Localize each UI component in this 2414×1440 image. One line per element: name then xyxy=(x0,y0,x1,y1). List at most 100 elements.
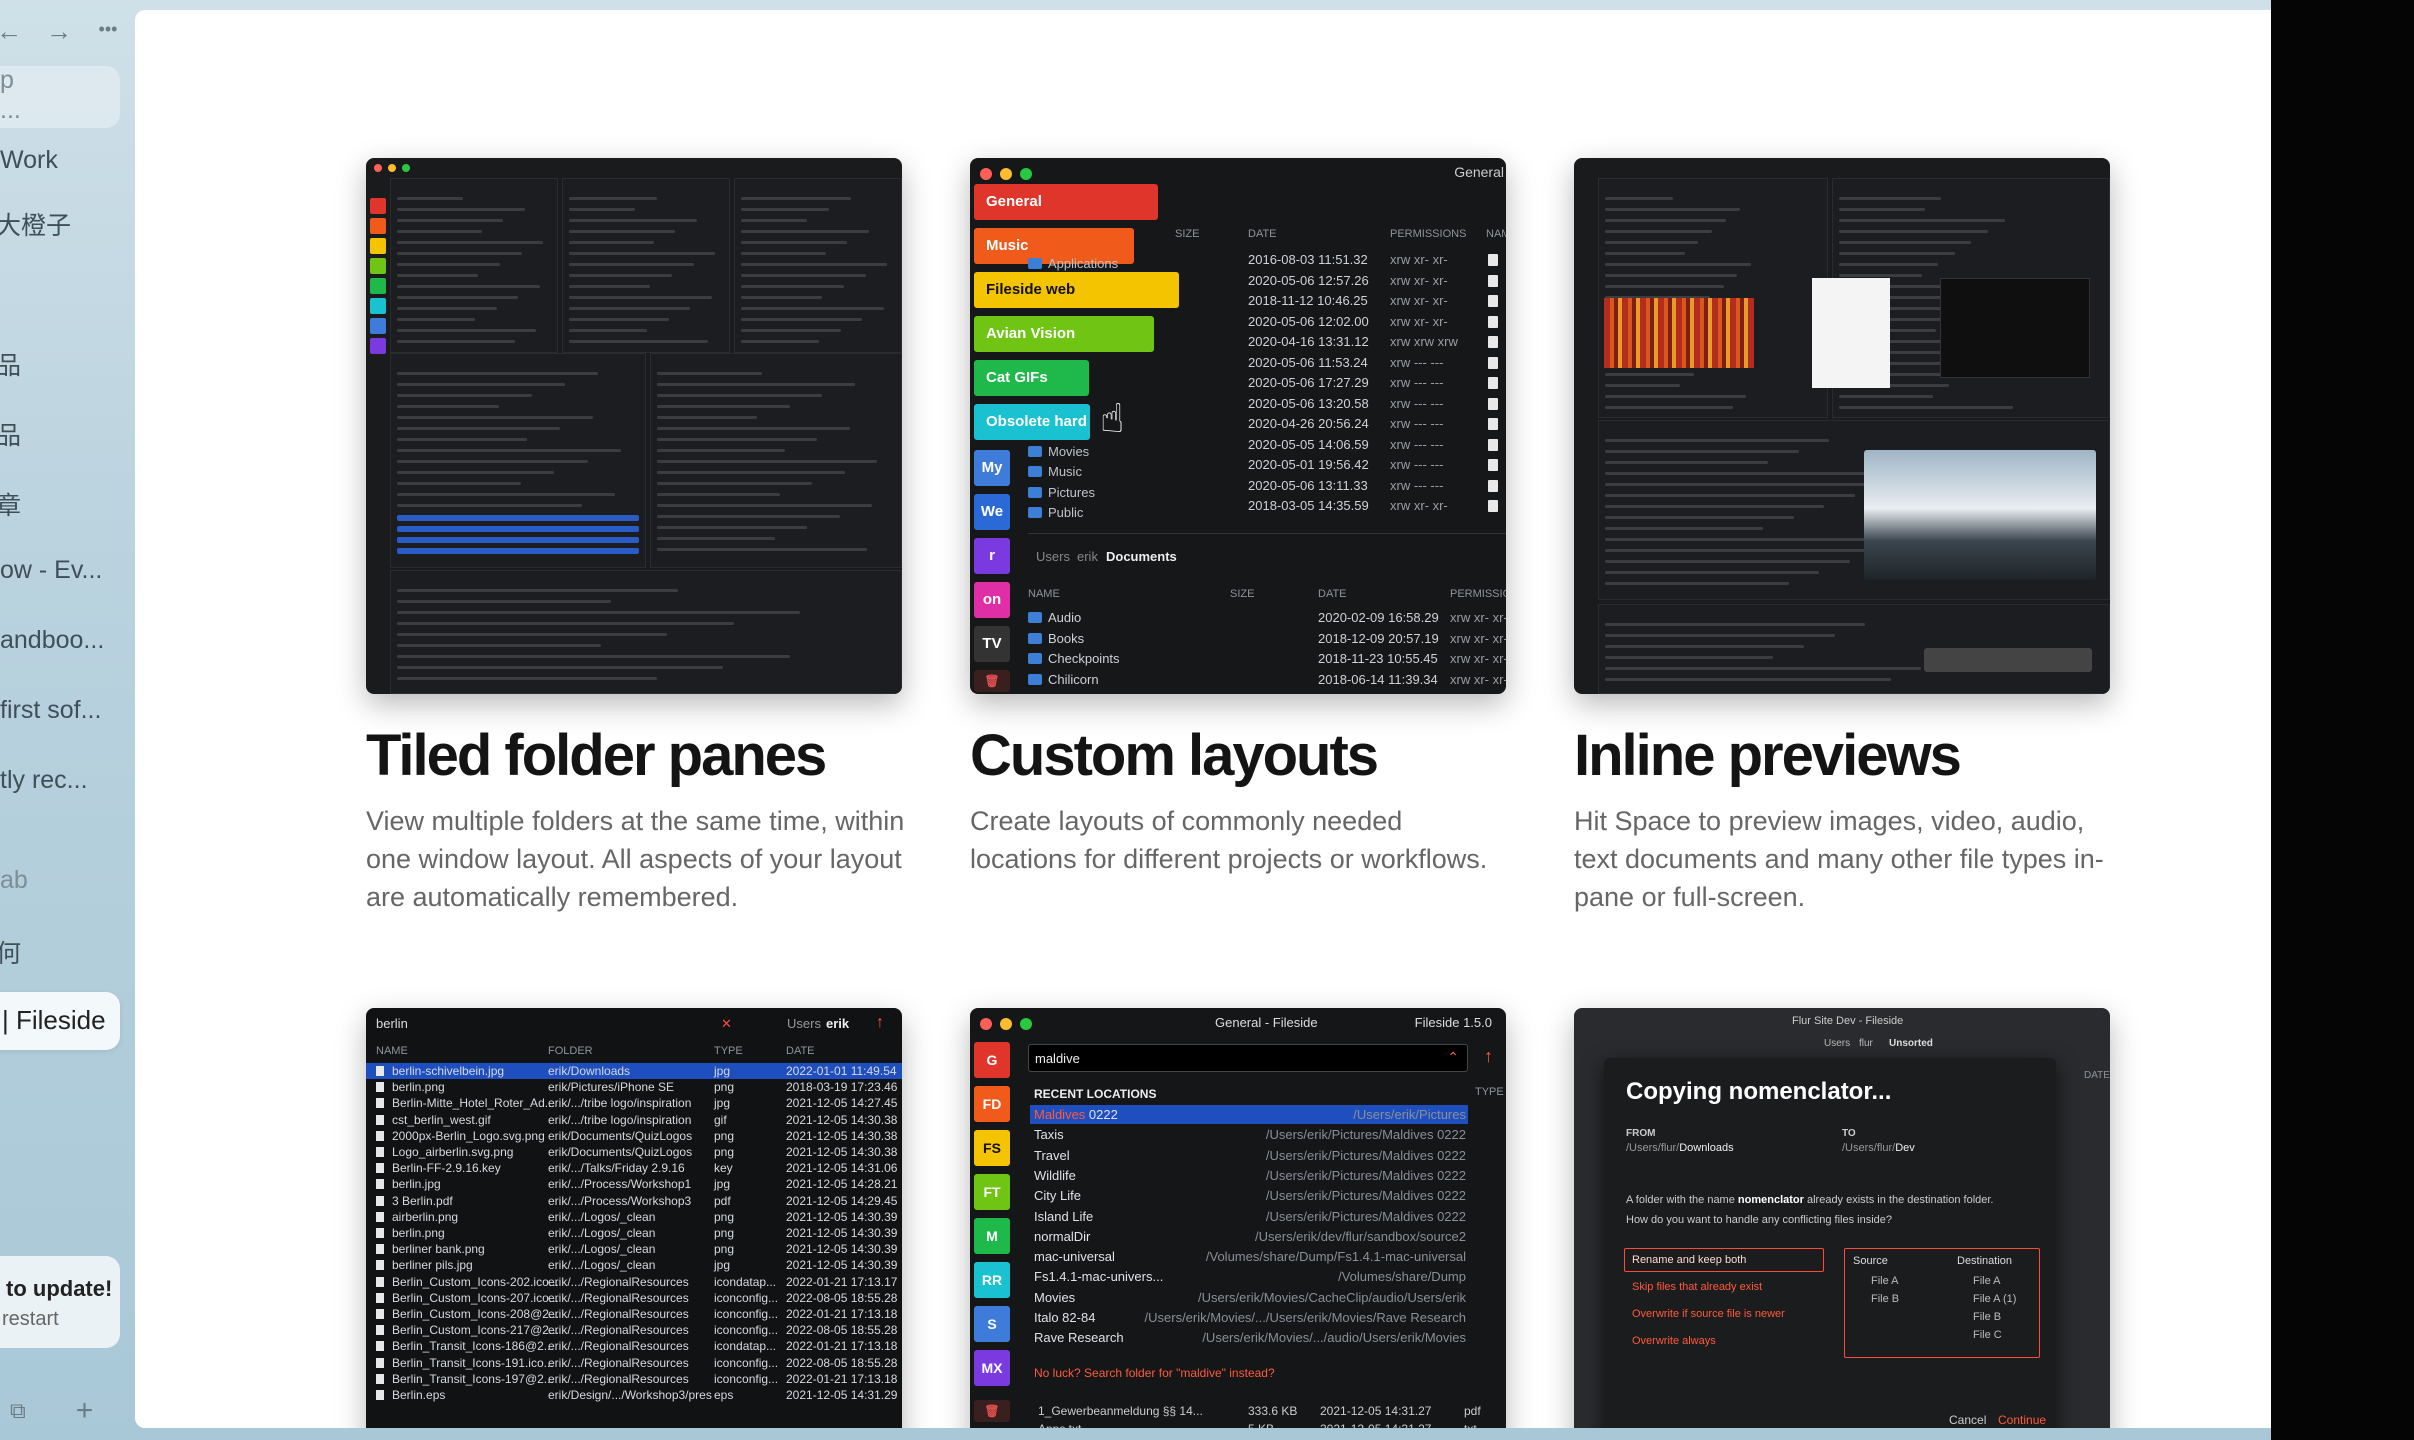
file-name[interactable]: 1_Gewerbeanmeldung §§ 14... xyxy=(1038,1404,1203,1418)
continue-button[interactable]: Continue xyxy=(1998,1413,2046,1427)
sidebar-item[interactable]: ab xyxy=(0,866,28,895)
location-row[interactable]: Travel/Users/erik/Pictures/Maldives 0222 xyxy=(1034,1148,1466,1168)
breadcrumb-flur[interactable]: flur xyxy=(1859,1038,1873,1049)
folder-row[interactable]: Audio xyxy=(1028,610,1081,625)
forward-arrow-icon[interactable]: → xyxy=(46,16,72,47)
folder-row[interactable]: Chilicorn xyxy=(1028,672,1099,687)
layout-swatch[interactable] xyxy=(370,338,386,354)
layout-button[interactable]: Obsolete hard xyxy=(974,404,1090,440)
table-row[interactable]: Berlin_Transit_Icons-197@2... erik/.../Re… xyxy=(366,1372,902,1387)
folder-pane[interactable] xyxy=(390,178,558,353)
cancel-button[interactable]: Cancel xyxy=(1949,1413,1986,1427)
table-row[interactable]: berlin.png erik/Pictures/iPhone SE png 2018… xyxy=(366,1080,902,1095)
folder-pane[interactable] xyxy=(734,178,902,353)
layout-swatch[interactable] xyxy=(370,218,386,234)
location-row[interactable]: Taxis/Users/erik/Pictures/Maldives 0222 xyxy=(1034,1127,1466,1147)
table-row[interactable]: Berlin_Custom_Icons-217@2... erik/.../Reg… xyxy=(366,1323,902,1338)
conflict-option[interactable]: Overwrite if source file is newer xyxy=(1632,1308,1785,1320)
sidebar-item[interactable]: tly rec... xyxy=(0,766,88,795)
folder-row[interactable]: Movies xyxy=(1028,444,1089,459)
search-query[interactable]: berlin xyxy=(376,1016,408,1031)
layout-button[interactable]: FD xyxy=(974,1086,1010,1122)
layout-button[interactable]: MX xyxy=(974,1350,1010,1386)
up-arrow-icon[interactable]: ↑ xyxy=(876,1014,884,1032)
table-row[interactable]: Berlin_Custom_Icons-207.ico... erik/.../R… xyxy=(366,1291,902,1306)
table-row[interactable]: berliner pils.jpg erik/.../Logos/_clean jp… xyxy=(366,1258,902,1273)
folder-pane[interactable] xyxy=(390,353,646,568)
sidebar-item[interactable]: 品 xyxy=(0,416,21,452)
folder-row[interactable]: Public xyxy=(1028,505,1083,520)
layout-button[interactable]: RR xyxy=(974,1262,1010,1298)
up-arrow-icon[interactable]: ↑ xyxy=(1484,1046,1493,1067)
side-layout-button[interactable]: r xyxy=(974,538,1010,574)
breadcrumb-documents[interactable]: Documents xyxy=(1106,549,1177,564)
clear-search-icon[interactable]: ✕ xyxy=(721,1016,732,1032)
audio-player[interactable] xyxy=(1924,648,2092,672)
table-row[interactable]: Berlin_Transit_Icons-191.ico... erik/.../… xyxy=(366,1356,902,1371)
layout-button[interactable]: S xyxy=(974,1306,1010,1342)
location-row[interactable]: Maldives 0222/Users/erik/Pictures xyxy=(1034,1107,1466,1127)
layout-button[interactable]: Avian Vision xyxy=(974,316,1154,352)
location-row[interactable]: mac-universal/Volumes/share/Dump/Fs1.4.1… xyxy=(1034,1249,1466,1269)
chevron-up-icon[interactable]: ⌃ xyxy=(1447,1049,1459,1066)
location-row[interactable]: Italo 82-84/Users/erik/Movies/.../Users/… xyxy=(1034,1310,1466,1330)
breadcrumb-erik[interactable]: erik xyxy=(1077,549,1098,564)
update-card[interactable] xyxy=(0,1256,120,1348)
layout-button[interactable]: Cat GIFs xyxy=(974,360,1089,396)
sidebar-item[interactable]: 大橙子 xyxy=(0,206,71,242)
location-row[interactable]: Rave Research/Users/erik/Movies/.../audi… xyxy=(1034,1330,1466,1350)
sidebar-item[interactable]: Work xyxy=(0,146,58,175)
table-row[interactable]: Berlin-FF-2.9.16.key erik/.../Talks/Frida… xyxy=(366,1161,902,1176)
conflict-option[interactable]: Rename and keep both xyxy=(1632,1254,1746,1266)
new-tab-icon[interactable]: + xyxy=(76,1394,94,1428)
table-row[interactable]: berlin.png erik/.../Logos/_clean png 2021-1… xyxy=(366,1226,902,1241)
back-arrow-icon[interactable]: ← xyxy=(0,16,22,47)
location-row[interactable]: normalDir/Users/erik/dev/flur/sandbox/so… xyxy=(1034,1229,1466,1249)
side-layout-button[interactable]: My xyxy=(974,450,1010,486)
folder-row[interactable]: Applications xyxy=(1028,256,1118,271)
location-row[interactable]: Movies/Users/erik/Movies/CacheClip/audio… xyxy=(1034,1290,1466,1310)
layout-swatch[interactable] xyxy=(370,318,386,334)
conflict-option[interactable]: Skip files that already exist xyxy=(1632,1281,1762,1293)
table-row[interactable]: berlin.jpg erik/.../Process/Workshop1 jpg 2… xyxy=(366,1177,902,1192)
trash-icon[interactable]: 🗑 xyxy=(974,1400,1010,1422)
sidebar-item[interactable]: ... xyxy=(0,96,21,125)
trash-icon[interactable]: 🗑 xyxy=(974,670,1010,692)
layout-button[interactable]: FS xyxy=(974,1130,1010,1166)
file-name[interactable]: Apps.txt xyxy=(1038,1422,1081,1428)
location-row[interactable]: Fs1.4.1-mac-univers.../Volumes/share/Dum… xyxy=(1034,1269,1466,1289)
layout-button[interactable]: General xyxy=(974,184,1158,220)
table-row[interactable]: Berlin-Mitte_Hotel_Roter_Ad... erik/.../t… xyxy=(366,1096,902,1111)
layout-button[interactable]: M xyxy=(974,1218,1010,1254)
breadcrumb-users[interactable]: Users xyxy=(1824,1038,1850,1049)
table-row[interactable]: Berlin_Transit_Icons-186@2... erik/.../Re… xyxy=(366,1339,902,1354)
layout-button[interactable]: Fileside web xyxy=(974,272,1179,308)
sidebar-item[interactable]: andboo... xyxy=(0,626,104,655)
sidebar-active-tab-label[interactable]: | Fileside xyxy=(2,1005,106,1036)
sidebar-item[interactable]: 章 xyxy=(0,486,21,522)
table-row[interactable]: Berlin.eps erik/Design/.../Workshop3/pres… xyxy=(366,1388,902,1403)
sidebar-item[interactable]: p xyxy=(0,66,14,95)
table-row[interactable]: berliner bank.png erik/.../Logos/_clean pn… xyxy=(366,1242,902,1257)
table-row[interactable]: Logo_airberlin.svg.png erik/Documents/Qui… xyxy=(366,1145,902,1160)
side-layout-button[interactable]: We xyxy=(974,494,1010,530)
layout-button[interactable]: FT xyxy=(974,1174,1010,1210)
quick-nav-input[interactable]: maldive ⌃ xyxy=(1028,1044,1468,1072)
table-row[interactable]: 3 Berlin.pdf erik/.../Process/Workshop3 pd… xyxy=(366,1194,902,1209)
breadcrumb-users[interactable]: Users xyxy=(1036,549,1070,564)
search-folder-instead-link[interactable]: No luck? Search folder for "maldive" ins… xyxy=(1034,1366,1275,1380)
folder-row[interactable]: Pictures xyxy=(1028,485,1095,500)
folder-row[interactable]: Music xyxy=(1028,464,1082,479)
side-layout-button[interactable]: on xyxy=(974,582,1010,618)
folder-pane[interactable] xyxy=(562,178,730,353)
location-row[interactable]: Wildlife/Users/erik/Pictures/Maldives 02… xyxy=(1034,1168,1466,1188)
folder-pane[interactable] xyxy=(390,570,902,694)
sidebar-item[interactable]: 品 xyxy=(0,346,21,382)
breadcrumb-unsorted[interactable]: Unsorted xyxy=(1889,1038,1933,1049)
table-row[interactable]: Berlin_Custom_Icons-202.ico... erik/.../R… xyxy=(366,1275,902,1290)
folder-row[interactable]: Checkpoints xyxy=(1028,651,1120,666)
folder-pane[interactable] xyxy=(650,353,902,568)
table-row[interactable]: airberlin.png erik/.../Logos/_clean png 202… xyxy=(366,1210,902,1225)
sidebar-item[interactable]: first sof... xyxy=(0,696,101,725)
library-icon[interactable]: ⧉ xyxy=(10,1394,26,1428)
